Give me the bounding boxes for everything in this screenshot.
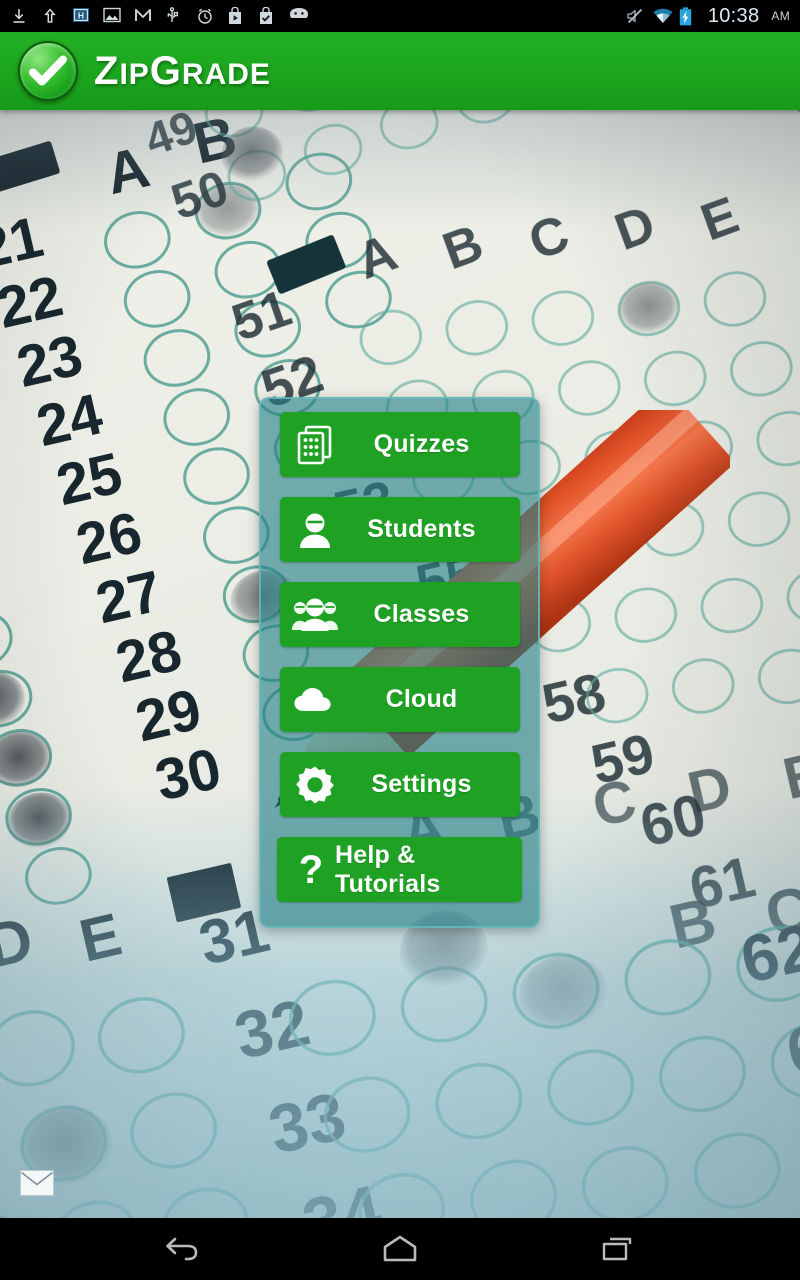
- app-header-bar: ZIPGRADE: [0, 32, 800, 110]
- back-arrow-icon[interactable]: [153, 1228, 211, 1270]
- android-navigation-bar: [0, 1218, 800, 1280]
- app-title: ZIPGRADE: [94, 51, 271, 91]
- bubble-sheet-stack-icon: [284, 425, 346, 465]
- person-icon: [284, 511, 346, 549]
- menu-item-help-tutorials[interactable]: ? Help & Tutorials: [277, 837, 522, 902]
- main-menu-list: Quizzes Students Classes Cloud Settings …: [261, 412, 538, 902]
- download-icon: [10, 7, 28, 25]
- home-icon[interactable]: [371, 1228, 429, 1270]
- status-bar-clock-ampm: AM: [771, 9, 790, 23]
- status-bar-notification-icons: H: [10, 7, 625, 25]
- android-screen: H 10:38 AM ZIPGRADE D E 21 22 23 24 25 2…: [0, 0, 800, 1280]
- menu-item-students[interactable]: Students: [279, 497, 520, 562]
- gear-icon: [284, 765, 346, 805]
- volume-mute-icon: [625, 7, 643, 25]
- image-icon: [103, 7, 121, 25]
- wifi-icon: [652, 7, 673, 25]
- main-menu-panel: Quizzes Students Classes Cloud Settings …: [259, 397, 540, 928]
- menu-item-label: Cloud: [385, 685, 458, 713]
- cloud-icon: [284, 686, 346, 714]
- usb-icon: [165, 7, 183, 25]
- brand-z: Z: [94, 49, 120, 93]
- recent-apps-icon[interactable]: [589, 1228, 647, 1270]
- question-mark-glyph: ?: [298, 847, 324, 892]
- svg-text:H: H: [78, 11, 84, 21]
- upload-icon: [41, 7, 59, 25]
- menu-item-label: Students: [367, 515, 476, 543]
- status-bar-system-icons: 10:38 AM: [625, 5, 790, 28]
- zipgrade-check-logo-icon: [18, 41, 78, 101]
- menu-item-label: Quizzes: [373, 430, 470, 458]
- brand-g: G: [149, 49, 182, 93]
- gmail-icon: [134, 7, 152, 25]
- menu-item-cloud[interactable]: Cloud: [279, 667, 520, 732]
- menu-item-classes[interactable]: Classes: [279, 582, 520, 647]
- menu-item-quizzes[interactable]: Quizzes: [279, 412, 520, 477]
- envelope-icon[interactable]: [20, 1170, 54, 1196]
- battery-charging-icon: [679, 7, 697, 26]
- question-mark-icon: ?: [287, 850, 335, 890]
- status-bar-clock: 10:38: [707, 4, 760, 27]
- menu-item-label: Settings: [371, 770, 472, 798]
- menu-item-label: Classes: [373, 600, 470, 628]
- app-update-check-icon: [258, 7, 276, 25]
- alarm-icon: [196, 7, 214, 25]
- brand-ip: IP: [119, 58, 150, 91]
- status-bar: H 10:38 AM: [0, 0, 800, 32]
- menu-item-label: Help & Tutorials: [335, 840, 441, 898]
- people-group-icon: [284, 597, 346, 633]
- brand-rade: RADE: [181, 58, 271, 91]
- android-mascot-icon: [289, 7, 308, 25]
- hspa-network-icon: H: [72, 7, 90, 25]
- menu-item-settings[interactable]: Settings: [279, 752, 520, 817]
- play-store-icon: [227, 7, 245, 25]
